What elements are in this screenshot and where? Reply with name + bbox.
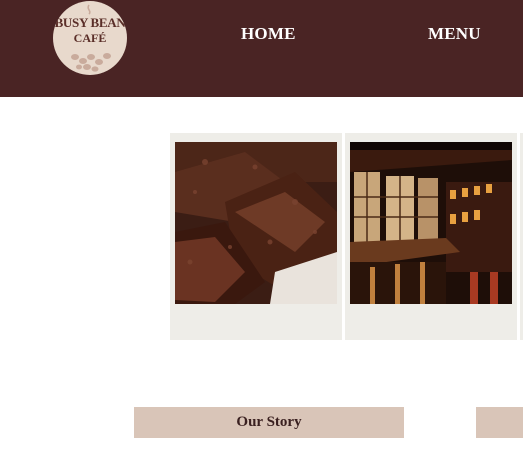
logo-text-line1: BUSY BEAN xyxy=(54,15,126,30)
site-header: BUSY BEAN CAFÉ HOME MENU xyxy=(0,0,523,97)
logo-text-line2: CAFÉ xyxy=(73,31,107,45)
brownie-photo xyxy=(175,142,337,304)
nav-home-link[interactable]: HOME xyxy=(241,24,296,44)
gallery-card[interactable] xyxy=(170,133,342,340)
cafe-interior-photo xyxy=(350,142,512,304)
gallery-card[interactable] xyxy=(345,133,517,340)
our-story-label: Our Story xyxy=(236,414,302,430)
cafe-logo[interactable]: BUSY BEAN CAFÉ xyxy=(53,1,127,75)
our-story-section-bar[interactable]: Our Story xyxy=(134,407,404,438)
nav-menu-link[interactable]: MENU xyxy=(428,24,481,44)
section-bar-partial[interactable] xyxy=(476,407,523,438)
